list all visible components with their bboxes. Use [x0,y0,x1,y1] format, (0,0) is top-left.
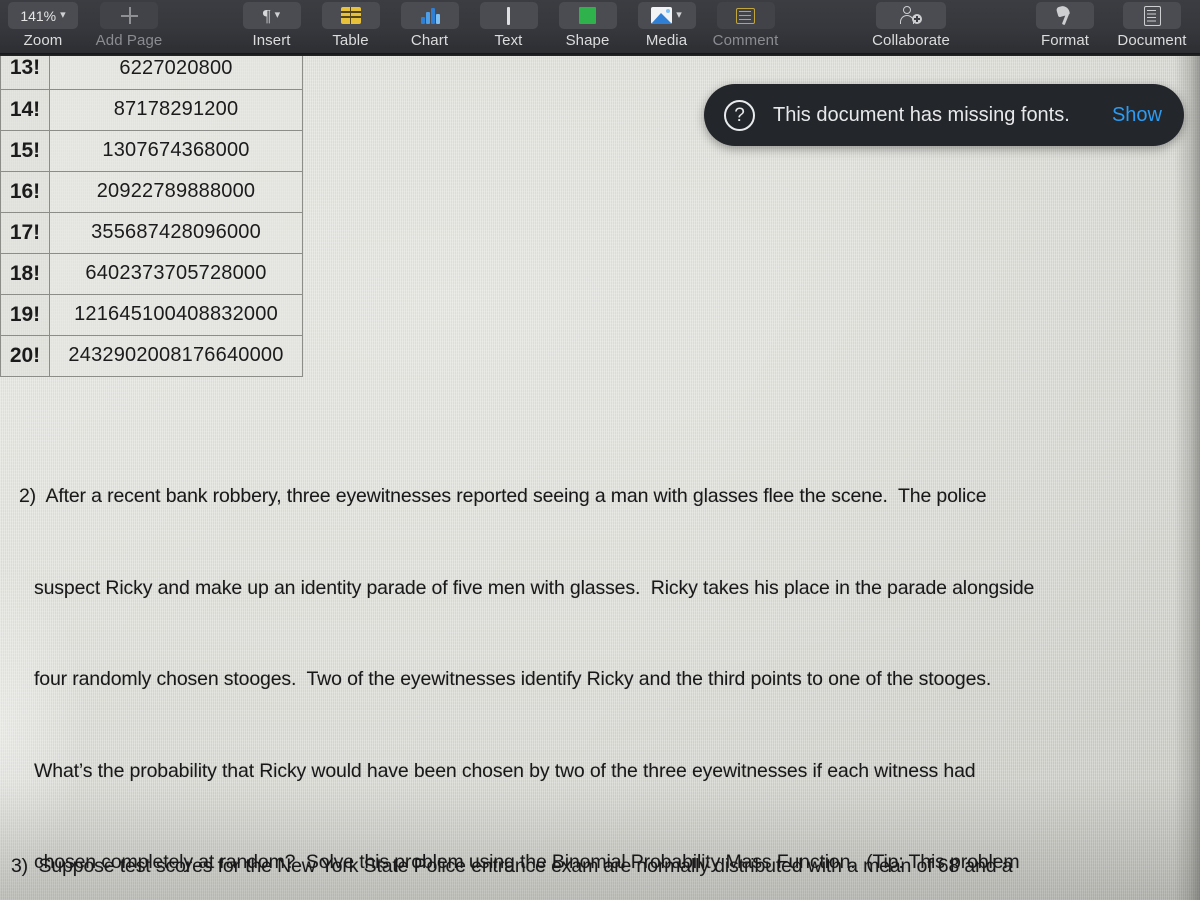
factorial-value: 87178291200 [49,88,303,131]
add-page-button[interactable] [100,2,158,29]
toolbar-shape[interactable]: Shape [548,0,627,49]
factorial-key: 17! [0,211,50,254]
table-row[interactable]: 14! 87178291200 [0,88,303,131]
table-row[interactable]: 20! 2432902008176640000 [0,334,303,377]
question-2-text-2: suspect Ricky and make up an identity pa… [34,576,1035,599]
toolbar-collaborate[interactable]: Collaborate [868,0,954,49]
factorial-value: 6402373705728000 [49,252,303,295]
toolbar-document[interactable]: Document [1104,0,1200,49]
text-label: Text [494,32,523,49]
insert-label: Insert [252,32,291,49]
question-2-number: 2) [18,485,36,507]
document-label: Document [1117,32,1187,49]
chevron-down-icon: ▾ [676,9,682,21]
toolbar-table[interactable]: Table [311,0,390,49]
shape-icon [579,7,596,24]
question-2-line-1: 2) After a recent bank robbery, three ey… [0,481,1034,512]
zoom-button[interactable]: 141% ▾ [8,2,78,29]
question-2-line-4: What’s the probability that Ricky would … [0,756,1034,787]
toolbar-collaborate-group: Collaborate [868,0,954,56]
factorial-key: 20! [0,334,50,377]
question-2-text-4: What’s the probability that Ricky would … [34,759,976,782]
factorial-key: 15! [0,129,50,172]
collaborate-icon [900,6,922,25]
chevron-down-icon: ▾ [274,9,281,21]
comment-label: Comment [712,32,779,49]
insert-icon: ¶ [262,6,271,25]
toolbar-insert[interactable]: ¶ ▾ Insert [232,0,311,49]
collaborate-label: Collaborate [872,32,950,49]
factorial-value: 20922789888000 [49,170,303,213]
factorial-key: 14! [0,88,50,131]
question-2-text-3: four randomly chosen stooges. Two of the… [34,668,992,690]
toolbar-comment[interactable]: Comment [706,0,785,49]
table-row[interactable]: 15! 1307674368000 [0,129,303,172]
question-2-text-1: After a recent bank robbery, three eyewi… [45,485,987,507]
missing-fonts-message: This document has missing fonts. [773,103,1070,126]
document-button[interactable] [1123,2,1181,29]
factorial-value: 1307674368000 [49,129,303,172]
media-icon [651,7,673,24]
factorial-value: 121645100408832000 [49,293,303,336]
table-row[interactable]: 18! 6402373705728000 [0,252,303,295]
toolbar-zoom-control[interactable]: 141% ▾ Zoom [0,0,86,49]
table-row[interactable]: 19! 121645100408832000 [0,293,303,336]
toolbar-chart[interactable]: Chart [390,0,469,49]
toolbar-text[interactable]: Text [469,0,548,49]
screenshot-root: 141% ▾ Zoom Add Page ¶ ▾ Insert Table Ch… [0,0,1200,900]
question-2-line-2: suspect Ricky and make up an identity pa… [0,573,1034,604]
chevron-down-icon: ▾ [60,9,66,21]
question-3a-block[interactable]: a) What’s the probability that a randoml… [0,869,1004,900]
toolbar-format[interactable]: Format [1026,0,1104,49]
chart-icon [420,7,440,24]
factorial-key: 19! [0,293,50,336]
toolbar-right-group: Format Document [1026,0,1200,56]
zoom-label: Zoom [23,32,63,49]
table-row[interactable]: 16! 20922789888000 [0,170,303,213]
factorial-value: 2432902008176640000 [49,334,303,377]
toolbar-add-page[interactable]: Add Page [86,0,172,49]
text-button[interactable] [479,2,538,29]
table-row[interactable]: 17! 355687428096000 [0,211,303,254]
add-page-label: Add Page [95,32,163,49]
document-icon [1143,5,1161,26]
app-toolbar: 141% ▾ Zoom Add Page ¶ ▾ Insert Table Ch… [0,0,1200,56]
format-brush-icon [1055,4,1075,26]
toolbar-left-group: 141% ▾ Zoom Add Page [0,0,172,56]
factorial-value: 355687428096000 [49,211,303,254]
comment-icon [736,7,755,24]
chart-label: Chart [410,32,449,49]
plus-icon [120,7,138,24]
chart-button[interactable] [400,2,459,29]
format-label: Format [1040,32,1090,49]
insert-button[interactable]: ¶ ▾ [242,2,301,29]
shape-label: Shape [565,32,610,49]
media-label: Media [645,32,688,49]
table-button[interactable] [321,2,380,29]
zoom-value: 141% [20,7,57,24]
question-2-line-3: four randomly chosen stooges. Two of the… [0,664,1034,695]
factorial-table[interactable]: 13! 6227020800 14! 87178291200 15! 13076… [0,48,303,377]
media-button[interactable]: ▾ [637,2,696,29]
table-label: Table [332,32,369,49]
comment-button[interactable] [716,2,775,29]
question-mark-icon[interactable]: ? [724,99,755,131]
text-icon [507,6,510,25]
toolbar-insert-group: ¶ ▾ Insert Table Chart Text Shape ▾ Medi… [232,0,785,56]
factorial-key: 16! [0,170,50,213]
shape-button[interactable] [558,2,617,29]
format-button[interactable] [1036,2,1094,29]
factorial-table-body: 13! 6227020800 14! 87178291200 15! 13076… [0,48,303,377]
table-icon [340,7,361,24]
missing-fonts-banner: ? This document has missing fonts. Show [704,84,1184,146]
toolbar-media[interactable]: ▾ Media [627,0,706,49]
show-missing-fonts-link[interactable]: Show [1112,104,1162,127]
factorial-key: 18! [0,252,50,295]
collaborate-button[interactable] [876,2,946,29]
